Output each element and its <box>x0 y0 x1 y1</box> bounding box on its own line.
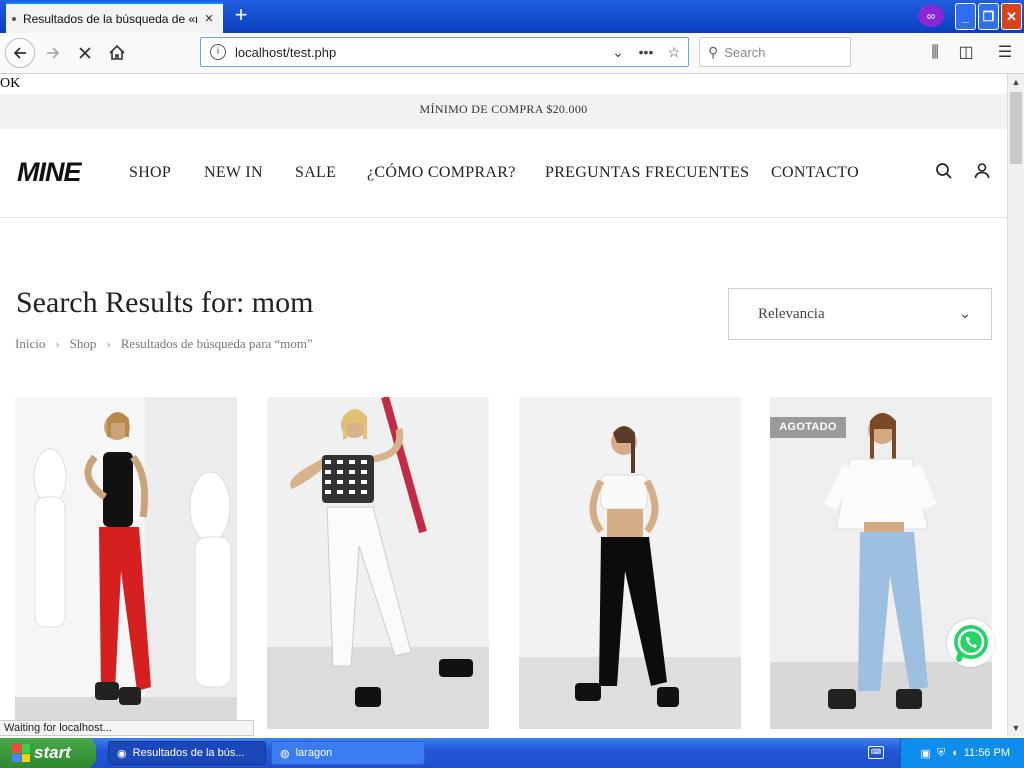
sort-selected-value: Relevancia <box>758 306 825 322</box>
url-text[interactable]: localhost/test.php <box>235 45 604 60</box>
windows-taskbar: start ◉ Resultados de la bús... ◍ larago… <box>0 738 1024 768</box>
stop-loading-button[interactable] <box>70 38 100 68</box>
breadcrumb-home[interactable]: Inicio <box>15 336 45 352</box>
site-logo[interactable]: MINE <box>17 157 81 188</box>
bookmark-star-icon[interactable]: ☆ <box>660 44 688 61</box>
back-button[interactable] <box>5 38 35 68</box>
tab-loading-dot <box>12 16 16 21</box>
tab-title: Resultados de la búsqueda de «mom» <box>23 11 197 26</box>
browser-status-bar: Waiting for localhost... <box>0 720 254 736</box>
vertical-scrollbar[interactable]: ▲ ▼ <box>1007 74 1024 736</box>
product-image <box>519 397 741 729</box>
header-search-icon[interactable] <box>933 162 955 184</box>
maximize-button[interactable]: ❐ <box>978 3 999 30</box>
user-icon <box>974 163 990 179</box>
product-image <box>15 397 237 729</box>
breadcrumb: Inicio › Shop › Resultados de búsqueda p… <box>15 336 313 352</box>
promo-bar: MÍNIMO DE COMPRA $20.000 <box>0 94 1007 129</box>
breadcrumb-shop[interactable]: Shop <box>70 336 97 352</box>
taskbar-item-label: laragon <box>295 747 333 759</box>
minimize-button[interactable]: _ <box>955 3 976 30</box>
back-arrow-icon <box>13 47 26 59</box>
system-tray: ▣ ⛨ ◖ 11:56 PM <box>900 738 1024 768</box>
page-title: Search Results for: mom <box>16 286 314 319</box>
breadcrumb-current: Resultados de búsqueda para “mom” <box>120 336 313 351</box>
home-button[interactable] <box>102 38 132 68</box>
keyboard-icon[interactable]: ⌨ <box>868 746 884 759</box>
clock: 11:56 PM <box>963 747 1010 759</box>
search-icon <box>936 163 952 179</box>
chevron-right-icon: › <box>106 336 111 351</box>
sidebar-toggle-icon[interactable]: ◫ <box>955 42 977 64</box>
library-icon[interactable]: ⫼ <box>924 42 946 64</box>
search-icon: ⚲ <box>708 43 719 60</box>
chevron-down-icon: ⌄ <box>959 305 971 321</box>
taskbar-item-label: Resultados de la bús... <box>132 747 245 759</box>
firefox-icon: ◉ <box>117 747 127 760</box>
browser-toolbar: i localhost/test.php ⌄ ••• ☆ ⚲ Search ⫼ … <box>0 33 1024 74</box>
address-bar[interactable]: i localhost/test.php ⌄ ••• ☆ <box>200 37 689 67</box>
taskbar-item-laragon[interactable]: ◍ laragon <box>271 741 425 765</box>
search-box[interactable]: ⚲ Search <box>699 37 851 67</box>
debug-ok-text: OK <box>0 76 21 91</box>
volume-icon[interactable]: ◖ <box>951 747 958 759</box>
laragon-icon: ◍ <box>280 747 290 760</box>
home-icon <box>109 44 125 60</box>
product-image <box>267 397 489 729</box>
product-card-light-blue-jeans[interactable] <box>770 397 992 729</box>
whatsapp-chat-button[interactable] <box>947 619 995 667</box>
nav-new-in[interactable]: NEW IN <box>204 164 263 182</box>
page-actions-icon[interactable]: ••• <box>632 44 660 60</box>
scroll-up-arrow-icon[interactable]: ▲ <box>1008 74 1024 90</box>
nav-sale[interactable]: SALE <box>295 164 336 182</box>
product-image <box>770 397 992 729</box>
stop-icon <box>79 47 91 59</box>
hamburger-menu-icon[interactable]: ☰ <box>994 42 1016 64</box>
taskbar-item-firefox[interactable]: ◉ Resultados de la bús... <box>108 741 266 765</box>
whatsapp-icon <box>954 625 988 662</box>
new-tab-button[interactable]: + <box>228 4 254 28</box>
scroll-thumb[interactable] <box>1010 92 1022 164</box>
nav-preguntas-frecuentes[interactable]: PREGUNTAS FRECUENTES <box>545 164 749 182</box>
chevron-right-icon: › <box>55 336 60 351</box>
header-account-icon[interactable] <box>971 162 993 184</box>
start-label: start <box>34 743 71 762</box>
windows-logo-icon <box>12 744 30 762</box>
nav-como-comprar[interactable]: ¿CÓMO COMPRAR? <box>367 164 516 182</box>
nav-contacto[interactable]: CONTACTO <box>771 164 859 182</box>
product-card-white-jeans[interactable] <box>267 397 489 729</box>
tab-close-icon[interactable]: × <box>201 10 217 27</box>
product-card-red-jeans[interactable] <box>15 397 237 729</box>
site-header: MINE SHOP NEW IN SALE ¿CÓMO COMPRAR? PRE… <box>0 129 1007 218</box>
nav-shop[interactable]: SHOP <box>129 164 171 182</box>
screen: Resultados de la búsqueda de «mom» × + ∞… <box>0 0 1024 768</box>
url-dropdown-icon[interactable]: ⌄ <box>604 44 632 61</box>
forward-button[interactable] <box>38 38 68 68</box>
browser-title-bar: Resultados de la búsqueda de «mom» × + ∞… <box>0 0 1024 33</box>
sort-select[interactable]: Relevancia ⌄ <box>728 288 992 340</box>
close-window-button[interactable]: ✕ <box>1001 3 1022 30</box>
sold-out-badge: AGOTADO <box>770 417 846 438</box>
network-icon[interactable]: ▣ <box>920 747 930 760</box>
scroll-down-arrow-icon[interactable]: ▼ <box>1008 720 1024 736</box>
start-button[interactable]: start <box>0 738 96 768</box>
security-shield-icon[interactable]: ⛨ <box>937 747 945 760</box>
page-viewport: OK MÍNIMO DE COMPRA $20.000 MINE SHOP NE… <box>0 74 1007 736</box>
browser-tab[interactable]: Resultados de la búsqueda de «mom» × <box>6 2 223 33</box>
search-placeholder[interactable]: Search <box>724 45 765 60</box>
forward-arrow-icon <box>47 47 60 59</box>
site-info-icon[interactable]: i <box>210 44 226 60</box>
product-card-black-jeans[interactable] <box>519 397 741 729</box>
promo-text: MÍNIMO DE COMPRA $20.000 <box>419 102 588 116</box>
private-browsing-mask-icon: ∞ <box>918 5 944 27</box>
